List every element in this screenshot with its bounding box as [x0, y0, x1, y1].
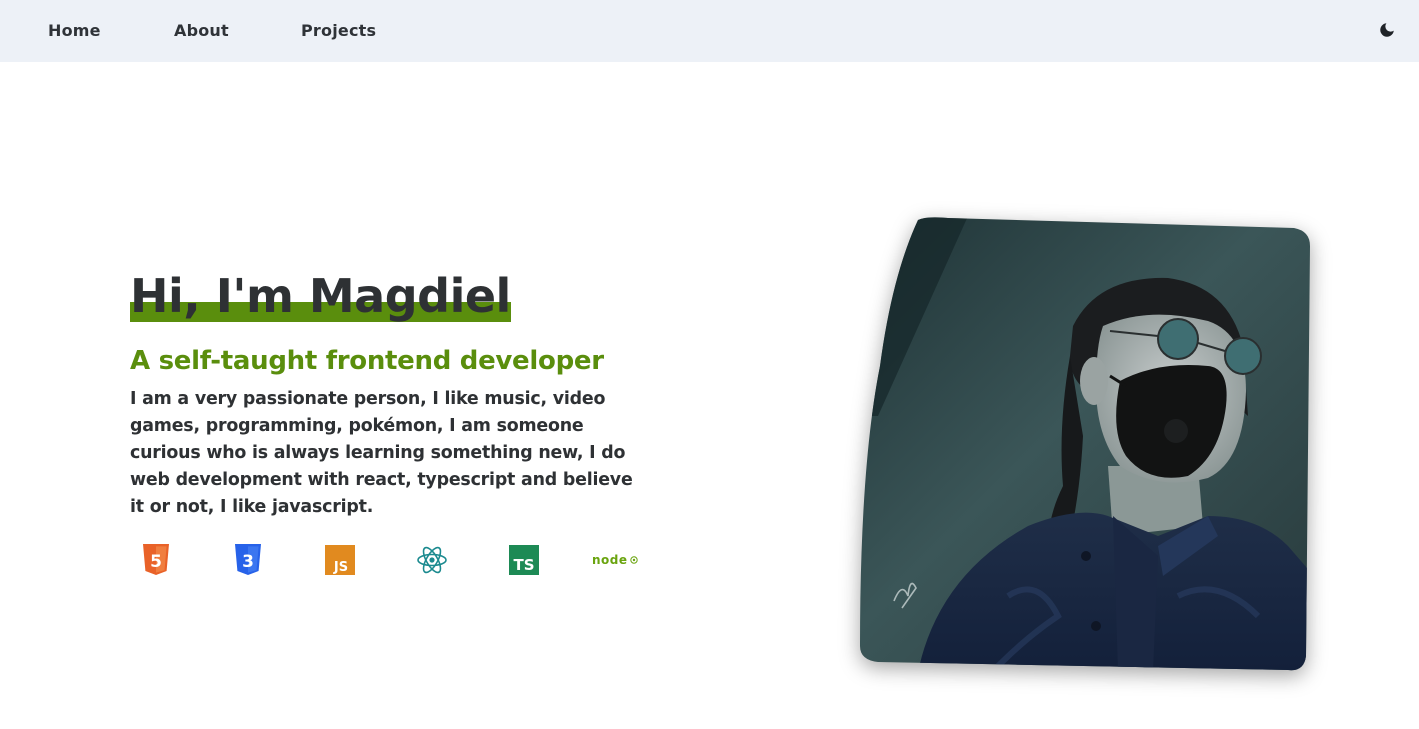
- svg-text:node: node: [592, 553, 628, 567]
- portrait-image: [860, 217, 1310, 671]
- hero-bio: I am a very passionate person, I like mu…: [130, 389, 633, 517]
- svg-text:3: 3: [242, 552, 254, 572]
- hero-title-wrap: Hi, I'm Magdiel: [130, 268, 511, 324]
- typescript-icon: TS: [508, 544, 540, 576]
- svg-text:JS: JS: [333, 560, 348, 575]
- nav-link-home[interactable]: Home: [48, 21, 101, 40]
- css3-icon: 3: [232, 544, 264, 576]
- svg-text:TS: TS: [513, 556, 534, 574]
- theme-toggle-button[interactable]: [1376, 19, 1398, 41]
- hero-title: Hi, I'm Magdiel: [130, 269, 511, 323]
- moon-icon: [1380, 23, 1394, 37]
- html5-icon: 5: [140, 544, 172, 576]
- tech-stack-icons: 5 3 JS TS node: [140, 544, 640, 578]
- top-navbar: Home About Projects: [0, 0, 1419, 62]
- profile-portrait: [858, 216, 1314, 672]
- nav-link-about[interactable]: About: [174, 21, 229, 40]
- nodejs-icon: node: [592, 544, 640, 576]
- hero-intro: Hi, I'm Magdiel A self-taught frontend d…: [130, 268, 670, 521]
- nav-link-projects[interactable]: Projects: [301, 21, 376, 40]
- hero-subtitle: A self-taught frontend developer: [130, 346, 604, 376]
- svg-text:5: 5: [150, 552, 162, 572]
- react-icon: [416, 544, 448, 576]
- javascript-icon: JS: [324, 544, 356, 576]
